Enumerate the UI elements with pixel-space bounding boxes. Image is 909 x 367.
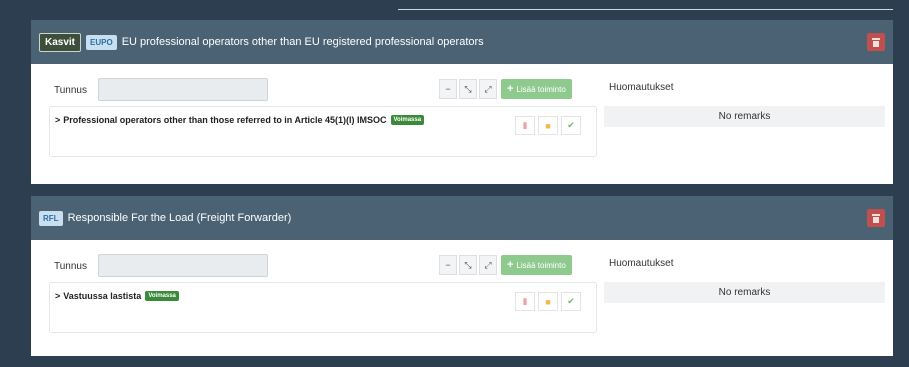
- delete-panel-button[interactable]: [867, 33, 885, 51]
- panel-header: RFL Responsible For the Load (Freight Fo…: [31, 196, 893, 240]
- pause-icon: ■: [545, 120, 551, 131]
- chevron-right-icon: >: [55, 291, 61, 301]
- expand-button[interactable]: ⤢: [479, 255, 497, 275]
- compress-icon: ⤡: [464, 83, 472, 94]
- tunnus-label: Tunnus: [54, 261, 87, 272]
- category-tag: Kasvit: [39, 32, 82, 52]
- operation-item: > Professional operators other than thos…: [49, 106, 597, 157]
- panel-title: Responsible For the Load (Freight Forwar…: [67, 212, 292, 224]
- collapse-button[interactable]: −: [439, 79, 457, 99]
- add-operation-button[interactable]: + Lisää toiminto: [501, 79, 572, 99]
- minus-icon: −: [445, 260, 451, 270]
- toolbar: − ⤡ ⤢ + Lisää toiminto: [439, 79, 572, 99]
- operation-label: Vastuussa lastista: [63, 291, 142, 301]
- panel-header: Kasvit EUPO EU professional operators ot…: [31, 20, 893, 64]
- collapse-button[interactable]: −: [439, 255, 457, 275]
- operation-row[interactable]: > Vastuussa lastista Voimassa: [55, 291, 179, 301]
- approve-operation-button[interactable]: ✔: [561, 116, 581, 135]
- remarks-value: No remarks: [604, 282, 885, 303]
- remarks-column: Huomautukset No remarks: [604, 254, 885, 303]
- status-badge: Voimassa: [145, 291, 179, 301]
- top-divider: [398, 9, 893, 10]
- delete-panel-button[interactable]: [867, 209, 885, 227]
- delete-operation-button[interactable]: ▮: [515, 116, 535, 135]
- trash-icon: ▮: [522, 296, 528, 306]
- suspend-operation-button[interactable]: ■: [538, 292, 558, 311]
- expand-icon: ⤢: [484, 259, 492, 270]
- tunnus-input[interactable]: [98, 78, 268, 101]
- operations-column: Tunnus − ⤡ ⤢ + Lisää toiminto > Professi…: [49, 78, 597, 157]
- minus-icon: −: [445, 84, 451, 94]
- operation-actions: ▮ ■ ✔: [515, 292, 581, 311]
- toolbar: − ⤡ ⤢ + Lisää toiminto: [439, 255, 572, 275]
- role-code-badge: EUPO: [86, 34, 117, 50]
- remarks-value: No remarks: [604, 106, 885, 127]
- remarks-title: Huomautukset: [609, 258, 674, 269]
- operation-item: > Vastuussa lastista Voimassa ▮ ■ ✔: [49, 282, 597, 333]
- trash-icon: ▮: [522, 120, 528, 130]
- operator-panel-rfl: RFL Responsible For the Load (Freight Fo…: [31, 196, 893, 356]
- operation-label: Professional operators other than those …: [63, 115, 387, 125]
- add-operation-label: Lisää toiminto: [516, 260, 566, 270]
- chevron-right-icon: >: [55, 115, 61, 125]
- trash-icon: [872, 213, 880, 223]
- role-code-badge: RFL: [39, 210, 63, 226]
- delete-operation-button[interactable]: ▮: [515, 292, 535, 311]
- operation-actions: ▮ ■ ✔: [515, 116, 581, 135]
- tunnus-input[interactable]: [98, 254, 268, 277]
- shrink-button[interactable]: ⤡: [459, 79, 477, 99]
- expand-button[interactable]: ⤢: [479, 79, 497, 99]
- tunnus-row: Tunnus − ⤡ ⤢ + Lisää toiminto: [49, 78, 597, 104]
- remarks-title: Huomautukset: [609, 82, 674, 93]
- pause-icon: ■: [545, 296, 551, 307]
- check-icon: ✔: [567, 296, 575, 306]
- operations-column: Tunnus − ⤡ ⤢ + Lisää toiminto > Vastuuss…: [49, 254, 597, 333]
- tunnus-label: Tunnus: [54, 85, 87, 96]
- trash-icon: [872, 37, 880, 47]
- plus-icon: +: [507, 83, 514, 95]
- suspend-operation-button[interactable]: ■: [538, 116, 558, 135]
- shrink-button[interactable]: ⤡: [459, 255, 477, 275]
- add-operation-button[interactable]: + Lisää toiminto: [501, 255, 572, 275]
- status-badge: Voimassa: [390, 115, 425, 125]
- operator-panel-eupo: Kasvit EUPO EU professional operators ot…: [31, 20, 893, 184]
- add-operation-label: Lisää toiminto: [516, 84, 566, 94]
- check-icon: ✔: [567, 120, 575, 130]
- tunnus-row: Tunnus − ⤡ ⤢ + Lisää toiminto: [49, 254, 597, 280]
- expand-icon: ⤢: [484, 83, 492, 94]
- remarks-column: Huomautukset No remarks: [604, 78, 885, 127]
- approve-operation-button[interactable]: ✔: [561, 292, 581, 311]
- top-strip: [0, 0, 909, 20]
- operation-row[interactable]: > Professional operators other than thos…: [55, 115, 425, 125]
- panel-title: EU professional operators other than EU …: [121, 36, 484, 48]
- plus-icon: +: [507, 259, 514, 271]
- compress-icon: ⤡: [464, 259, 472, 270]
